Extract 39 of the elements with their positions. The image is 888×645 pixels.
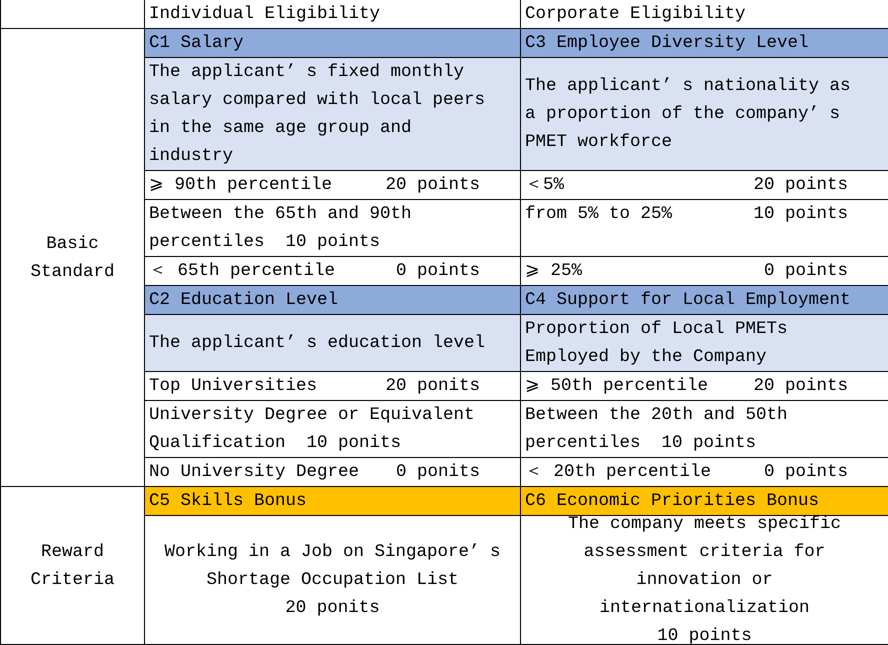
points-text: 20 ponits <box>285 597 380 620</box>
option-text: University Degree or Equivalent Qualification 10 ponits <box>149 404 476 455</box>
option-text: ⩾ 90th percentile <box>149 174 332 197</box>
points-text: 0 points <box>764 461 848 484</box>
criterion-title: C2 Education Level <box>145 286 520 314</box>
section-label: Reward Criteria <box>1 487 144 644</box>
criterion-description: The company meets specific assessment criteria for innovation or internationalization <box>566 513 842 620</box>
points-text: 10 points <box>657 625 752 645</box>
column-header: Corporate Eligibility <box>521 0 888 28</box>
points-text: 10 points <box>753 203 848 226</box>
column-header: Individual Eligibility <box>145 0 520 28</box>
points-text: 20 points <box>385 174 480 197</box>
points-text: 20 points <box>753 174 848 197</box>
criterion-title: C4 Support for Local Employment <box>521 286 888 314</box>
option-text: ⩾ 25% <box>525 260 582 283</box>
option-text: Between the 20th and 50th percentiles 10 points <box>525 404 789 455</box>
option-text: ＜ 65th percentile <box>149 260 336 283</box>
criterion-description: Working in a Job on Singapore’ s Shortage Occupation List <box>163 541 502 592</box>
criterion-description: The applicant’ s nationality as a proportion of the company’ s PMET workforce <box>525 75 852 154</box>
section-label: Basic Standard <box>1 29 144 486</box>
points-text: 20 ponits <box>385 375 480 398</box>
option-text: ＜5% <box>525 174 564 197</box>
criterion-title: C6 Economic Priorities Bonus <box>521 487 888 515</box>
points-text: 0 ponits <box>396 461 480 484</box>
option-text: Top Universities <box>149 375 318 398</box>
points-text: 0 points <box>764 260 848 283</box>
option-text: ＜ 20th percentile <box>525 461 712 484</box>
criterion-description: Proportion of Local PMETs Employed by the Company <box>525 318 789 369</box>
option-text: No University Degree <box>149 461 360 484</box>
points-text: 20 points <box>753 375 848 398</box>
criterion-title: C1 Salary <box>145 29 520 57</box>
option-text: ⩾ 50th percentile <box>525 375 708 398</box>
criterion-description: The applicant’ s education level <box>149 332 486 355</box>
criterion-title: C3 Employee Diversity Level <box>521 29 888 57</box>
points-text: 0 points <box>396 260 480 283</box>
option-text: Between the 65th and 90th percentiles 10 points <box>149 203 413 254</box>
criterion-title: C5 Skills Bonus <box>145 487 520 515</box>
criterion-description: The applicant’ s fixed monthly salary compared with local peers in the same age group and industry <box>149 61 486 168</box>
option-text: from 5% to 25% <box>525 203 672 226</box>
